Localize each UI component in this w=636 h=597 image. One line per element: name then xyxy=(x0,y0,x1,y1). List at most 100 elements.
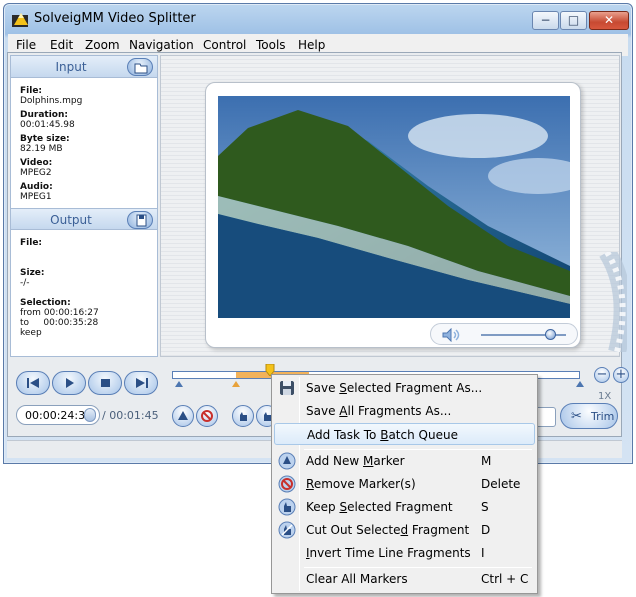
selection-from-label: from xyxy=(20,308,41,318)
info-panel: Input File: Dolphins.mpg Duration: 00:01… xyxy=(10,55,158,357)
context-menu: Save Selected Fragment As... Save All Fr… xyxy=(271,374,538,594)
total-time: / 00:01:45 xyxy=(102,409,159,422)
output-file-label: File: xyxy=(20,238,43,248)
menu-shortcut: D xyxy=(481,523,491,537)
menu-save-all-fragments[interactable]: Save All Fragments As... xyxy=(274,400,535,422)
zoom-in-button[interactable]: + xyxy=(613,367,629,383)
current-time-value: 00:00:24:34 xyxy=(25,409,93,422)
video-preview[interactable] xyxy=(218,96,570,318)
filmstrip-decoration-icon xyxy=(599,252,627,352)
menu-add-new-marker[interactable]: Add New Marker M xyxy=(274,450,535,472)
video-frame xyxy=(205,82,581,348)
menu-label: Keep Selected Fragment xyxy=(306,500,453,514)
add-marker-button[interactable] xyxy=(172,405,194,427)
time-spinner[interactable] xyxy=(84,408,96,422)
selection-from-value: 00:00:16:27 xyxy=(43,308,99,318)
maximize-button[interactable]: □ xyxy=(560,11,587,30)
stop-icon xyxy=(101,379,110,387)
audio-value: MPEG1 xyxy=(20,192,52,202)
volume-control xyxy=(430,323,578,345)
open-file-button[interactable] xyxy=(127,58,153,76)
save-icon xyxy=(136,214,147,227)
step-forward-button[interactable] xyxy=(124,371,158,395)
menu-help[interactable]: Help xyxy=(298,38,325,52)
video-label: Video: xyxy=(20,158,53,168)
menu-keep-selected-fragment[interactable]: Keep Selected Fragment S xyxy=(274,496,535,518)
current-time-field[interactable]: 00:00:24:34 xyxy=(16,405,100,425)
remove-marker-button[interactable] xyxy=(196,405,218,427)
video-frame-image xyxy=(218,96,570,318)
menu-navigation[interactable]: Navigation xyxy=(129,38,194,52)
speaker-icon[interactable] xyxy=(441,328,461,342)
selection-mode: keep xyxy=(20,328,42,338)
menu-label: Cut Out Selected Fragment xyxy=(306,523,470,537)
byte-size-value: 82.19 MB xyxy=(20,144,63,154)
add-marker-icon xyxy=(178,411,188,420)
timeline-start-marker[interactable] xyxy=(175,381,183,387)
minimize-button[interactable]: − xyxy=(532,11,559,30)
menu-label: Invert Time Line Fragments xyxy=(306,546,471,560)
menu-remove-markers[interactable]: Remove Marker(s) Delete xyxy=(274,473,535,495)
close-button[interactable]: ✕ xyxy=(589,11,629,30)
duration-value: 00:01:45.98 xyxy=(20,120,75,130)
remove-marker-icon xyxy=(278,475,296,493)
zoom-out-button[interactable]: − xyxy=(594,367,610,383)
play-button[interactable] xyxy=(52,371,86,395)
step-back-button[interactable] xyxy=(16,371,50,395)
add-marker-icon xyxy=(278,452,296,470)
menu-tools[interactable]: Tools xyxy=(256,38,286,52)
menu-zoom[interactable]: Zoom xyxy=(85,38,120,52)
menu-save-selected-fragment[interactable]: Save Selected Fragment As... xyxy=(274,377,535,399)
menu-shortcut: S xyxy=(481,500,489,514)
step-forward-icon xyxy=(136,378,148,388)
output-size-label: Size: xyxy=(20,268,45,278)
menu-control[interactable]: Control xyxy=(203,38,246,52)
menu-file[interactable]: File xyxy=(16,38,36,52)
menu-shortcut: I xyxy=(481,546,485,560)
menu-edit[interactable]: Edit xyxy=(50,38,73,52)
step-back-icon xyxy=(27,378,39,388)
menu-label: Remove Marker(s) xyxy=(306,477,416,491)
menu-shortcut: M xyxy=(481,454,492,468)
keep-fragment-button[interactable] xyxy=(232,405,254,427)
menu-shortcut: Ctrl + C xyxy=(481,572,529,586)
volume-slider-knob[interactable] xyxy=(545,329,556,340)
menu-label: Add New Marker xyxy=(306,454,405,468)
menu-invert-time-line-fragments[interactable]: Invert Time Line Fragments I xyxy=(274,542,535,564)
audio-label: Audio: xyxy=(20,182,53,192)
menu-label: Save All Fragments As... xyxy=(306,404,452,418)
cut-fragment-icon xyxy=(278,521,296,539)
input-info: File: Dolphins.mpg Duration: 00:01:45.98… xyxy=(20,86,82,202)
timeline-end-marker[interactable] xyxy=(576,381,584,387)
selection-to-label: to xyxy=(20,318,30,328)
menu-shortcut: Delete xyxy=(481,477,521,491)
menu-cut-out-selected-fragment[interactable]: Cut Out Selected Fragment D xyxy=(274,519,535,541)
input-file-label: File: xyxy=(20,86,43,96)
title-bar[interactable]: SolveigMM Video Splitter − □ ✕ xyxy=(4,4,632,34)
output-info: File: Size: -/- Selection: from 00:00:16… xyxy=(20,238,99,338)
selection-to: to 00:00:35:28 xyxy=(20,318,99,328)
selection-to-value: 00:00:35:28 xyxy=(43,318,99,328)
window-title: SolveigMM Video Splitter xyxy=(34,11,196,26)
save-output-button[interactable] xyxy=(127,211,153,229)
output-size-value: -/- xyxy=(20,278,30,288)
menu-clear-all-markers[interactable]: Clear All Markers Ctrl + C xyxy=(274,568,535,590)
stop-button[interactable] xyxy=(88,371,122,395)
trim-button[interactable]: ✂ Trim xyxy=(560,403,618,429)
output-panel-header: Output xyxy=(11,208,157,230)
menu-label: Clear All Markers xyxy=(306,572,408,586)
keep-fragment-icon xyxy=(278,498,296,516)
selection-label: Selection: xyxy=(20,298,71,308)
output-panel-title: Output xyxy=(50,213,92,227)
app-logo-icon xyxy=(12,13,28,27)
keep-fragment-icon xyxy=(240,412,247,421)
selection-start-marker[interactable] xyxy=(232,381,240,387)
menu-add-task-batch-queue[interactable]: Add Task To Batch Queue xyxy=(274,423,535,445)
duration-label: Duration: xyxy=(20,110,68,120)
menu-label: Add Task To Batch Queue xyxy=(307,428,458,442)
scissors-icon: ✂ xyxy=(571,409,582,424)
video-value: MPEG2 xyxy=(20,168,52,178)
play-icon xyxy=(66,378,74,388)
byte-size-label: Byte size: xyxy=(20,134,70,144)
selection-from: from 00:00:16:27 xyxy=(20,308,99,318)
